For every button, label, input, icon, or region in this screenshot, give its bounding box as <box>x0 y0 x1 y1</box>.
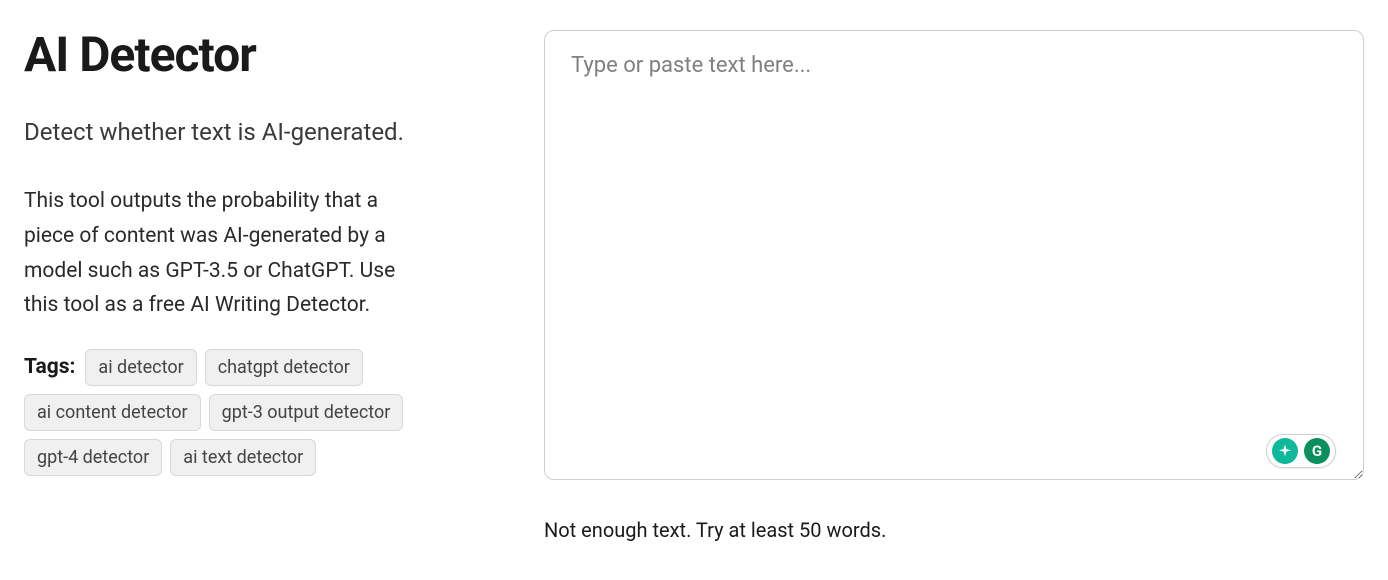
page-subtitle: Detect whether text is AI-generated. <box>24 114 424 150</box>
page-title: AI Detector <box>24 30 424 80</box>
tag-item[interactable]: chatgpt detector <box>205 349 363 386</box>
sparkle-icon <box>1272 438 1298 464</box>
tag-item[interactable]: ai detector <box>85 349 196 386</box>
textarea-wrapper: G <box>544 30 1364 484</box>
tag-item[interactable]: gpt-4 detector <box>24 439 162 476</box>
tags-label: Tags: <box>24 355 75 379</box>
page-description: This tool outputs the probability that a… <box>24 184 424 323</box>
grammarly-widget[interactable]: G <box>1266 434 1336 468</box>
status-message: Not enough text. Try at least 50 words. <box>544 518 1364 542</box>
text-input[interactable] <box>544 30 1364 480</box>
tag-item[interactable]: ai content detector <box>24 394 201 431</box>
grammarly-g-icon: G <box>1304 438 1330 464</box>
tags-container: Tags: ai detector chatgpt detector ai co… <box>24 349 424 476</box>
tag-item[interactable]: gpt-3 output detector <box>209 394 404 431</box>
tag-item[interactable]: ai text detector <box>170 439 316 476</box>
